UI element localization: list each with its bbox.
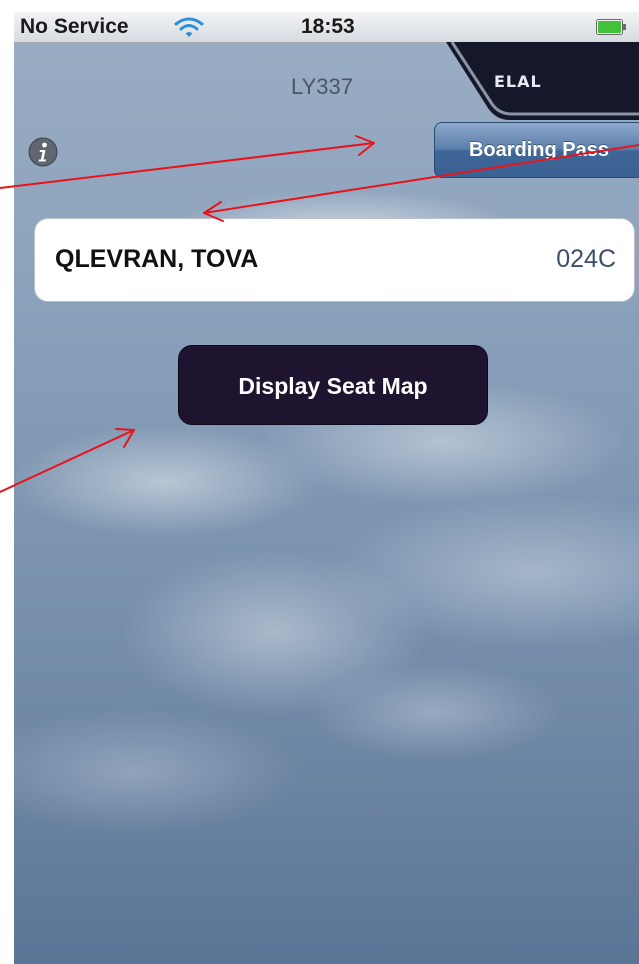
clock: 18:53	[301, 15, 355, 38]
passenger-seat: 024C	[556, 245, 616, 273]
carrier-label: No Service	[20, 15, 129, 38]
status-bar: No Service 18:53	[14, 12, 639, 43]
phone-screen: No Service 18:53 LY337 ELAL Boarding Pas…	[14, 12, 639, 964]
page: No Service 18:53 LY337 ELAL Boarding Pas…	[0, 0, 639, 964]
wifi-icon	[174, 17, 204, 37]
flight-number: LY337	[291, 74, 353, 99]
boarding-pass-button[interactable]: Boarding Pass	[434, 122, 639, 178]
passenger-card[interactable]: QLEVRAN, TOVA 024C	[34, 218, 635, 302]
display-seat-map-button[interactable]: Display Seat Map	[178, 345, 488, 425]
battery-icon	[596, 19, 626, 35]
passenger-name: QLEVRAN, TOVA	[55, 245, 259, 273]
elal-logo	[446, 42, 639, 120]
logo-wordmark: ELAL	[494, 72, 542, 91]
info-icon[interactable]	[28, 137, 58, 167]
